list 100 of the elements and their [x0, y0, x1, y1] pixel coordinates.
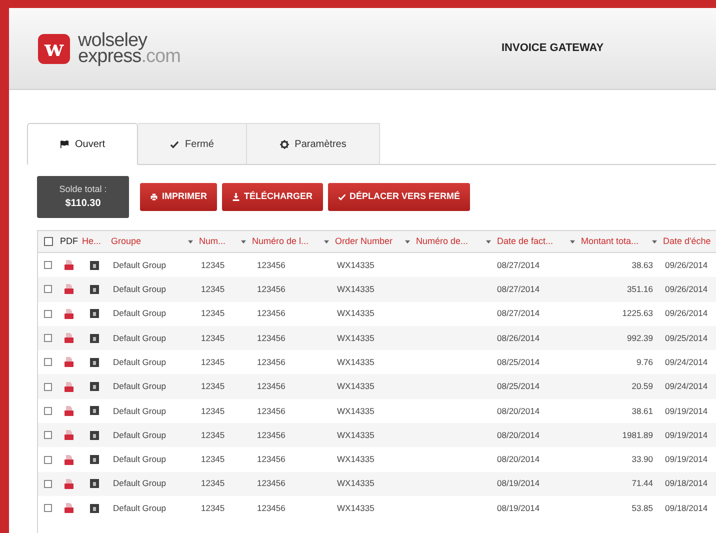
date-cell-text: 09/26/2014: [664, 258, 709, 272]
group-cell-text: Default Group: [112, 502, 167, 514]
table-cell-text: 123456: [256, 404, 286, 418]
row-checkbox[interactable]: [44, 382, 52, 391]
pdf-file-icon[interactable]: [64, 333, 74, 344]
pdf-file-icon[interactable]: [64, 454, 74, 465]
column-header[interactable]: PDF: [58, 234, 80, 248]
row-checkbox[interactable]: [44, 504, 52, 512]
document-icon[interactable]: [90, 284, 99, 294]
check-icon: [170, 140, 180, 148]
row-checkbox[interactable]: [44, 456, 52, 464]
group-cell-text: Default Group: [112, 428, 167, 442]
table-cell-text: 123456: [256, 283, 286, 296]
table-cell-text: 123456: [256, 428, 286, 442]
column-header[interactable]: Montant tota...: [579, 234, 661, 248]
column-header[interactable]: Groupe: [109, 234, 197, 248]
column-header[interactable]: He...: [80, 234, 109, 248]
amount-cell-text: 9.76: [635, 356, 654, 369]
row-checkbox[interactable]: [44, 406, 52, 415]
pdf-file-icon[interactable]: [64, 406, 74, 416]
balance-label: Solde total :: [59, 182, 107, 196]
dropdown-arrow-icon: [324, 240, 329, 244]
column-header[interactable]: Date de fact...: [495, 234, 579, 248]
column-header[interactable]: Numéro de...: [414, 234, 495, 248]
document-icon[interactable]: [90, 455, 99, 464]
column-header[interactable]: Numéro de l...: [250, 234, 333, 248]
tab[interactable]: Ouvert: [27, 123, 138, 165]
column-header[interactable]: Order Number: [333, 234, 414, 248]
group-cell-text: Default Group: [112, 453, 167, 466]
action-button[interactable]: DÉPLACER VERS FERMÉ: [328, 183, 470, 211]
table-cell-text: 12345: [200, 477, 226, 490]
tab[interactable]: Paramètres: [247, 123, 380, 164]
row-checkbox[interactable]: [44, 334, 52, 342]
document-icon[interactable]: [90, 358, 99, 367]
date-cell-text: 09/26/2014: [664, 307, 709, 320]
amount-cell-text: 71.44: [630, 477, 654, 490]
logo-text: express: [78, 48, 142, 64]
table-cell-text: WX14335: [336, 332, 376, 344]
row-checkbox[interactable]: [44, 480, 52, 488]
pdf-file-icon[interactable]: [64, 308, 74, 319]
table-cell-text: WX14335: [336, 502, 376, 514]
tab[interactable]: Fermé: [138, 123, 247, 164]
date-cell-text: 08/27/2014: [496, 283, 541, 296]
date-cell-text: 08/27/2014: [496, 258, 541, 272]
document-icon[interactable]: [90, 382, 99, 392]
pdf-file-icon[interactable]: [64, 503, 74, 514]
table-cell-text: 123456: [256, 258, 286, 272]
amount-cell-text: 1225.63: [621, 307, 654, 320]
table-cell-text: 123456: [256, 307, 286, 320]
settings-icon: [280, 140, 289, 148]
date-cell-text: 08/19/2014: [496, 502, 541, 514]
group-cell-text: Default Group: [112, 477, 167, 490]
table-cell-text: WX14335: [336, 404, 376, 418]
table-cell-text: WX14335: [336, 307, 376, 320]
date-cell-text: 09/19/2014: [664, 428, 709, 442]
logo-mark[interactable]: w: [38, 34, 70, 64]
date-cell-text: 09/24/2014: [664, 356, 709, 369]
document-icon[interactable]: [90, 309, 99, 318]
balance-amount: $110.30: [65, 197, 101, 212]
column-header[interactable]: Num...: [197, 234, 250, 248]
date-cell-text: 09/19/2014: [664, 453, 709, 466]
pdf-file-icon[interactable]: [64, 260, 74, 270]
date-cell-text: 09/24/2014: [664, 380, 709, 393]
document-icon[interactable]: [90, 479, 99, 488]
date-cell-text: 08/20/2014: [496, 453, 541, 466]
pdf-file-icon[interactable]: [64, 478, 74, 489]
date-cell-text: 09/19/2014: [664, 404, 709, 418]
row-checkbox[interactable]: [44, 261, 52, 270]
table-cell-text: 12345: [200, 258, 226, 272]
pdf-file-icon[interactable]: [64, 357, 74, 368]
column-header[interactable]: Date d'éche: [661, 234, 716, 248]
select-all-checkbox[interactable]: [44, 237, 52, 246]
document-icon[interactable]: [90, 260, 99, 270]
table-cell-text: 123456: [256, 332, 286, 344]
date-cell-text: 08/19/2014: [496, 477, 541, 490]
document-icon[interactable]: [90, 406, 99, 416]
dropdown-arrow-icon: [405, 240, 410, 244]
pdf-file-icon[interactable]: [64, 430, 74, 440]
row-checkbox[interactable]: [44, 431, 52, 440]
logo-text: wolseley: [78, 32, 148, 48]
date-cell-text: 09/18/2014: [664, 502, 709, 514]
document-icon[interactable]: [90, 334, 99, 343]
date-cell-text: 08/20/2014: [496, 404, 541, 418]
pdf-file-icon[interactable]: [64, 284, 74, 294]
table-cell-text: WX14335: [336, 258, 376, 272]
document-icon[interactable]: [90, 504, 99, 513]
row-checkbox[interactable]: [44, 310, 52, 318]
table-cell-text: 123456: [256, 356, 286, 369]
row-checkbox[interactable]: [44, 285, 52, 294]
page-title: INVOICE GATEWAY: [501, 41, 604, 56]
document-icon[interactable]: [90, 430, 99, 440]
date-cell-text: 08/25/2014: [496, 356, 541, 369]
table-cell-text: 123456: [256, 477, 286, 490]
row-checkbox[interactable]: [44, 358, 52, 366]
table-cell-text: WX14335: [336, 356, 376, 369]
action-button[interactable]: TÉLÉCHARGER: [222, 183, 323, 211]
group-cell-text: Default Group: [112, 258, 167, 272]
table-cell-text: 12345: [200, 380, 226, 393]
pdf-file-icon[interactable]: [64, 382, 74, 392]
action-button[interactable]: IMPRIMER: [140, 183, 217, 211]
